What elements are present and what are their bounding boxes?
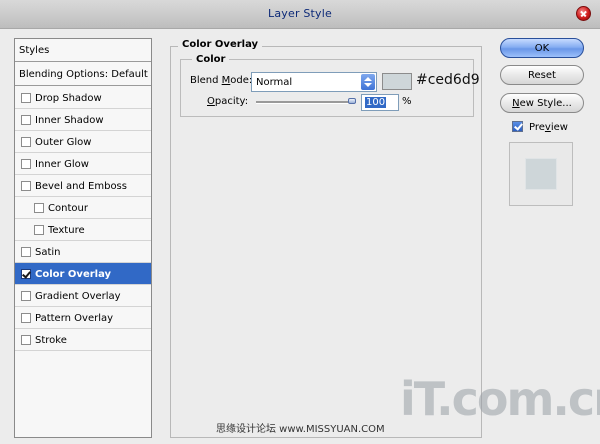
style-item[interactable]: Satin — [15, 241, 151, 263]
style-item-label: Inner Glow — [35, 159, 89, 170]
styles-header[interactable]: Styles — [15, 39, 151, 62]
title-bar: Layer Style — [0, 0, 600, 29]
checkbox[interactable] — [21, 181, 31, 191]
check-icon — [22, 269, 31, 279]
style-item[interactable]: Color Overlay — [15, 263, 151, 285]
opacity-input[interactable]: 100 — [361, 94, 399, 111]
checkbox[interactable] — [21, 93, 31, 103]
blend-mode-label: Blend Mode: — [190, 75, 253, 86]
opacity-slider-track[interactable] — [256, 101, 356, 104]
close-icon[interactable] — [576, 6, 591, 21]
preview-swatch — [526, 159, 556, 189]
checkbox[interactable] — [21, 313, 31, 323]
style-item-label: Gradient Overlay — [35, 291, 121, 302]
styles-list: Styles Blending Options: Default Drop Sh… — [14, 38, 152, 438]
style-item-label: Drop Shadow — [35, 93, 102, 104]
blend-mode-value: Normal — [256, 77, 293, 88]
window-title: Layer Style — [268, 7, 332, 20]
overlay-color-swatch[interactable] — [382, 73, 412, 90]
style-item[interactable]: Stroke — [15, 329, 151, 351]
style-item-label: Pattern Overlay — [35, 313, 114, 324]
style-item-label: Contour — [48, 203, 88, 214]
opacity-slider-thumb[interactable] — [348, 98, 356, 104]
style-item-label: Outer Glow — [35, 137, 92, 148]
watermark-logo: iT.com.cn — [400, 372, 600, 426]
checkbox[interactable] — [21, 247, 31, 257]
checkbox[interactable] — [21, 335, 31, 345]
style-item[interactable]: Outer Glow — [15, 131, 151, 153]
reset-button[interactable]: Reset — [500, 65, 584, 85]
checkbox[interactable] — [21, 115, 31, 125]
preview-label: Preview — [529, 122, 568, 133]
style-item-label: Texture — [48, 225, 85, 236]
checkbox[interactable] — [34, 225, 44, 235]
blending-options-item[interactable]: Blending Options: Default — [15, 63, 151, 86]
style-item-label: Bevel and Emboss — [35, 181, 127, 192]
ok-button[interactable]: OK — [500, 38, 584, 58]
watermark-text: 思缘设计论坛 www.MISSYUAN.COM — [216, 424, 385, 435]
checkbox[interactable] — [21, 137, 31, 147]
style-item[interactable]: Inner Glow — [15, 153, 151, 175]
group-title: Color Overlay — [178, 39, 263, 50]
opacity-unit: % — [402, 96, 412, 107]
style-item[interactable]: Drop Shadow — [15, 87, 151, 109]
style-item[interactable]: Texture — [15, 219, 151, 241]
blend-mode-select[interactable]: Normal — [251, 72, 377, 92]
checked-checkbox[interactable] — [21, 269, 31, 279]
checkbox[interactable] — [34, 203, 44, 213]
checkbox[interactable] — [21, 291, 31, 301]
style-item-label: Stroke — [35, 335, 67, 346]
color-subgroup-title: Color — [192, 54, 230, 65]
preview-thumbnail — [509, 142, 573, 206]
style-item[interactable]: Contour — [15, 197, 151, 219]
checkbox[interactable] — [21, 159, 31, 169]
style-item-label: Inner Shadow — [35, 115, 104, 126]
chevron-updown-icon — [361, 74, 375, 90]
style-item-label: Satin — [35, 247, 61, 258]
style-item[interactable]: Pattern Overlay — [15, 307, 151, 329]
style-item[interactable]: Bevel and Emboss — [15, 175, 151, 197]
style-item[interactable]: Gradient Overlay — [15, 285, 151, 307]
opacity-label: Opacity: — [207, 96, 249, 107]
new-style-button[interactable]: New Style... — [500, 93, 584, 113]
preview-checkbox[interactable] — [512, 121, 523, 132]
style-item-label: Color Overlay — [35, 269, 112, 280]
style-item[interactable]: Inner Shadow — [15, 109, 151, 131]
hex-annotation: #ced6d9 — [416, 72, 480, 88]
